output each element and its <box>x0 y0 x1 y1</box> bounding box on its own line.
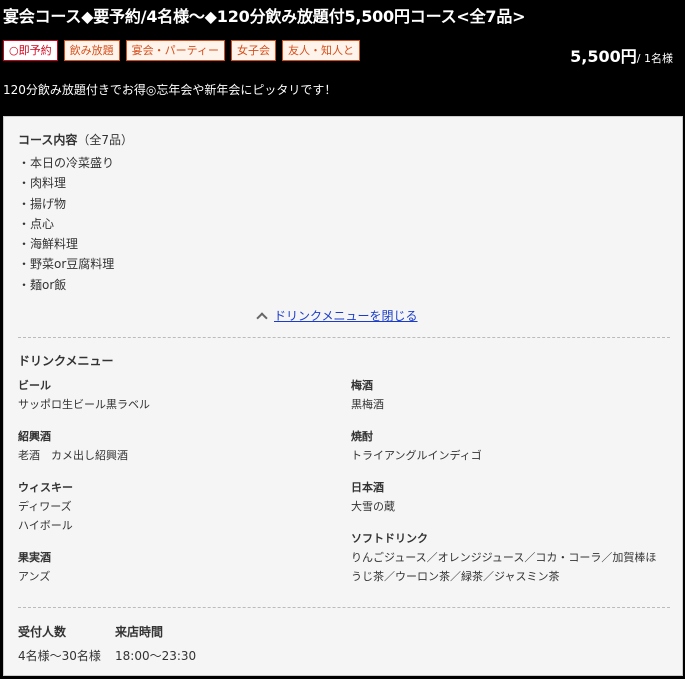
drink-item: ハイボール <box>18 519 73 532</box>
visit-time-label: 来店時間 <box>115 625 164 639</box>
course-title: 宴会コース◆要予約/4名様～◆120分飲み放題付5,500円コース<全7品> <box>3 7 526 26</box>
drink-item: 老酒 カメ出し紹興酒 <box>18 449 128 462</box>
visit-time-value: 18:00～23:30 <box>115 649 197 663</box>
drink-category-shaoxing: 紹興酒 <box>18 430 51 443</box>
course-item-count: （全7品） <box>77 133 134 147</box>
course-contents-label: コース内容 <box>18 133 78 147</box>
drink-item: りんごジュース／オレンジジュース／コカ・コーラ／加賀棒ほ <box>351 551 657 564</box>
dish-item: ・本日の冷菜盛り <box>18 156 115 170</box>
price-unit: / 1名様 <box>636 52 673 65</box>
dish-item: ・海鮮料理 <box>18 237 79 252</box>
tag-friends: 友人・知人と <box>281 40 360 61</box>
dish-item: ・揚げ物 <box>18 196 67 211</box>
drink-category-umeshu: 梅酒 <box>351 379 373 392</box>
drink-category-soft-drink: ソフトドリンク <box>351 532 428 545</box>
capacity-value: 4名様～30名様 <box>18 649 101 663</box>
drink-category-beer: ビール <box>18 379 51 392</box>
drink-item: サッポロ生ビール黒ラベル <box>18 398 150 411</box>
course-price: 5,500円 <box>570 47 637 66</box>
course-detail-panel: コース内容（全7品） ・本日の冷菜盛り ・肉料理 ・揚げ物 ・点心 ・海鮮料理 … <box>3 116 683 676</box>
course-header: 宴会コース◆要予約/4名様～◆120分飲み放題付5,500円コース<全7品> ○… <box>0 0 685 116</box>
drink-item: トライアングルインディゴ <box>351 449 482 462</box>
tag-banquet-party: 宴会・パーティー <box>125 40 225 61</box>
dish-item: ・野菜or豆腐料理 <box>18 257 115 272</box>
dish-item: ・麺or飯 <box>18 277 67 292</box>
drink-item: 大雪の蔵 <box>351 500 395 513</box>
drink-menu-heading: ドリンクメニュー <box>18 354 114 368</box>
drink-item: 黒梅酒 <box>351 398 384 411</box>
dish-list: ・本日の冷菜盛り ・肉料理 ・揚げ物 ・点心 ・海鮮料理 ・野菜or豆腐料理 ・… <box>18 153 114 295</box>
course-catchphrase: 120分飲み放題付きでお得◎忘年会や新年会にピッタリです！ <box>3 83 337 97</box>
dish-item: ・点心 <box>18 216 55 231</box>
tag-all-you-can-drink: 飲み放題 <box>63 40 120 61</box>
tag-list: ○即予約 飲み放題 宴会・パーティー 女子会 友人・知人と <box>3 40 360 61</box>
drink-item: ディワーズ <box>18 500 72 513</box>
drink-category-shochu: 焼酎 <box>351 430 373 443</box>
chevron-up-icon <box>256 311 268 324</box>
tag-girls-party: 女子会 <box>230 40 276 61</box>
drink-item: アンズ <box>18 570 51 583</box>
tag-instant-reservation: ○即予約 <box>3 40 58 61</box>
divider <box>18 337 670 338</box>
close-drink-menu-link[interactable]: ドリンクメニューを閉じる <box>274 307 418 324</box>
drink-category-fruit-wine: 果実酒 <box>18 551 51 564</box>
drink-category-whisky: ウィスキー <box>18 481 73 494</box>
price-box: 5,500円/ 1名様 <box>570 43 673 67</box>
drink-category-sake: 日本酒 <box>351 481 384 494</box>
course-contents-heading: コース内容（全7品） <box>18 131 133 148</box>
dish-item: ・肉料理 <box>18 176 67 191</box>
drink-menu-toggle[interactable]: ドリンクメニューを閉じる <box>256 307 418 324</box>
divider <box>18 607 670 608</box>
drink-item: うじ茶／ウーロン茶／緑茶／ジャスミン茶 <box>351 570 560 583</box>
capacity-label: 受付人数 <box>18 625 67 639</box>
